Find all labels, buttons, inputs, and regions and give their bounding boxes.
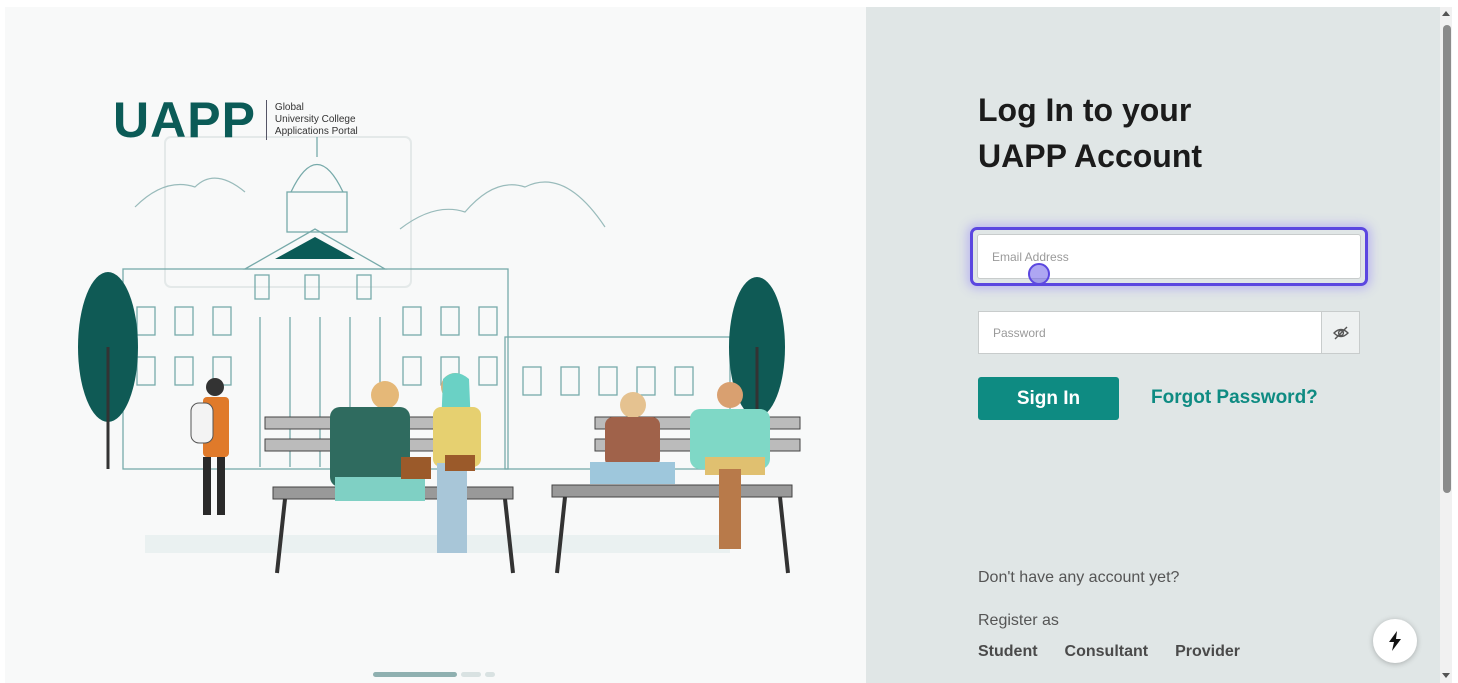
- password-input[interactable]: [978, 311, 1321, 354]
- pointer-cursor-indicator: [1028, 263, 1050, 285]
- carousel-dot[interactable]: [485, 672, 495, 677]
- login-page: UAPP Global University College Applicati…: [0, 0, 1458, 683]
- register-provider-link[interactable]: Provider: [1175, 643, 1240, 661]
- heading-line1: Log In to your: [978, 92, 1192, 128]
- carousel-dot[interactable]: [461, 672, 481, 677]
- login-panel: Log In to your UAPP Account Sign In Forg…: [866, 7, 1440, 683]
- scroll-thumb[interactable]: [1443, 25, 1451, 493]
- logo-tagline: Global University College Applications P…: [275, 102, 358, 138]
- carousel-dot-active[interactable]: [373, 672, 457, 677]
- register-consultant-link[interactable]: Consultant: [1065, 643, 1149, 661]
- tagline-line2: University College: [274, 114, 356, 125]
- chat-widget-icon: [1389, 631, 1401, 651]
- chat-widget-button[interactable]: [1373, 619, 1417, 663]
- tagline-line1: Global: [274, 102, 304, 113]
- register-as-label: Register as: [978, 612, 1059, 629]
- page-scrollbar[interactable]: [1440, 7, 1452, 683]
- forgot-password-link[interactable]: Forgot Password?: [1151, 387, 1318, 409]
- scroll-up-arrow-icon[interactable]: [1442, 11, 1450, 16]
- no-account-prompt: Don't have any account yet?: [978, 569, 1180, 586]
- heading-line2: UAPP Account: [978, 138, 1203, 174]
- logo-divider: [265, 100, 267, 140]
- sign-in-button[interactable]: Sign In: [978, 377, 1119, 420]
- register-student-link[interactable]: Student: [978, 643, 1038, 661]
- tagline-line3: Applications Portal: [274, 126, 358, 137]
- illustration-panel: UAPP Global University College Applicati…: [5, 7, 866, 683]
- login-heading: Log In to your UAPP Account: [978, 87, 1202, 179]
- scroll-down-arrow-icon[interactable]: [1442, 673, 1450, 678]
- eye-slash-icon[interactable]: [1321, 311, 1360, 354]
- password-field-wrapper: [978, 311, 1360, 354]
- carousel-indicator[interactable]: [373, 672, 495, 677]
- register-options: Student Consultant Provider: [978, 643, 1240, 661]
- uapp-logo: UAPP Global University College Applicati…: [113, 95, 358, 145]
- logo-mark: UAPP: [113, 92, 256, 148]
